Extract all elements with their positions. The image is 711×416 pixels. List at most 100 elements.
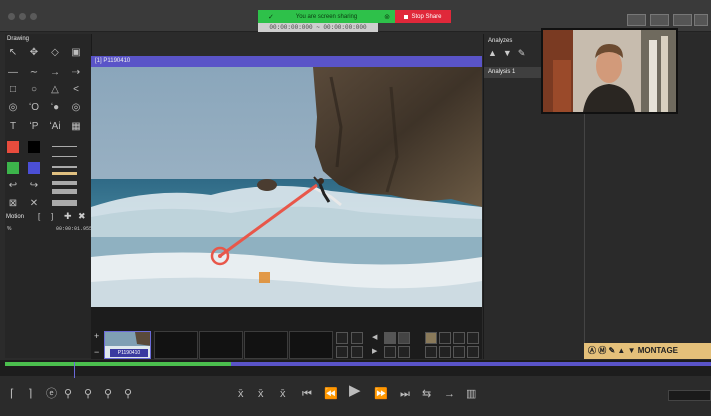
text-tool-icon[interactable]: T bbox=[6, 121, 20, 133]
layout-preset-5[interactable] bbox=[425, 346, 437, 358]
line-width-option[interactable] bbox=[52, 156, 77, 157]
speed-reset-icon[interactable]: x̄ bbox=[258, 387, 264, 401]
motion-bracket-open-icon[interactable]: [ bbox=[38, 212, 40, 221]
play-icon[interactable]: ▶ bbox=[349, 383, 361, 398]
motion-remove-icon[interactable]: ✖ bbox=[78, 211, 86, 222]
forward-arrow-icon[interactable]: → bbox=[444, 387, 455, 401]
grid-tool-icon[interactable]: ▦ bbox=[69, 121, 83, 133]
layout-preset-1[interactable] bbox=[425, 332, 437, 344]
rectangle-tool-icon[interactable]: □ bbox=[6, 84, 20, 96]
mark-out-icon[interactable]: ⌉ bbox=[28, 387, 32, 401]
step-back-icon[interactable]: ⏪ bbox=[324, 387, 338, 401]
layout-preset-8[interactable] bbox=[467, 346, 479, 358]
thumbnail-slot[interactable] bbox=[154, 331, 198, 359]
pencil-icon[interactable]: ✎ bbox=[608, 346, 615, 355]
motion-bracket-close-icon[interactable]: ] bbox=[51, 212, 53, 221]
circle-tool-icon[interactable]: ○ bbox=[27, 84, 41, 96]
key-icon-4[interactable]: ⚲ bbox=[124, 387, 132, 401]
layout-split-button[interactable] bbox=[650, 14, 669, 26]
line-width-option[interactable] bbox=[52, 189, 77, 194]
color-swatch-black[interactable] bbox=[28, 141, 40, 153]
layout-grid-cell[interactable] bbox=[336, 332, 348, 344]
layout-grid-cell[interactable] bbox=[351, 332, 363, 344]
skip-start-icon[interactable]: ⏮ bbox=[302, 387, 312, 401]
speed-field[interactable] bbox=[668, 390, 711, 401]
window-zoom-button[interactable] bbox=[30, 13, 37, 20]
thumbnail-slot[interactable] bbox=[289, 331, 333, 359]
move-tool-icon[interactable]: ✥ bbox=[27, 47, 41, 59]
video-viewport[interactable] bbox=[91, 67, 482, 307]
export-icon[interactable]: ▥ bbox=[466, 387, 476, 401]
line-width-option[interactable] bbox=[52, 181, 77, 185]
layout-preset-4[interactable] bbox=[467, 332, 479, 344]
move-up-icon[interactable]: ▲ bbox=[488, 48, 503, 58]
layout-grid-cell[interactable] bbox=[351, 346, 363, 358]
scroll-left-icon[interactable]: ◀ bbox=[372, 333, 377, 341]
circle-label-tool-icon[interactable]: ʻO bbox=[27, 102, 41, 114]
target-tool-icon[interactable]: ◎ bbox=[6, 102, 20, 114]
skip-end-icon[interactable]: ⏭ bbox=[400, 387, 410, 401]
line-width-option-selected[interactable] bbox=[52, 172, 77, 175]
thumbnail-slot[interactable] bbox=[244, 331, 288, 359]
p-tool-icon[interactable]: ʻP bbox=[27, 121, 41, 133]
ring-tool-icon[interactable]: ◎ bbox=[69, 102, 83, 114]
color-swatch-blue[interactable] bbox=[28, 162, 40, 174]
timeline-playhead[interactable] bbox=[74, 362, 75, 378]
mark-in-icon[interactable]: ⌈ bbox=[10, 387, 14, 401]
key-icon-2[interactable]: ⚲ bbox=[84, 387, 92, 401]
scroll-right-icon[interactable]: ▶ bbox=[372, 347, 377, 355]
redo-icon[interactable]: ↪ bbox=[27, 180, 41, 192]
e-circle-icon[interactable]: ⓔ bbox=[46, 387, 57, 401]
delete-icon[interactable]: ✕ bbox=[27, 198, 41, 210]
layout-single-button[interactable] bbox=[627, 14, 646, 26]
color-swatch-red[interactable] bbox=[7, 141, 19, 153]
loop-icon[interactable]: ⇆ bbox=[422, 387, 431, 401]
triangle-tool-icon[interactable]: △ bbox=[48, 84, 62, 96]
line-width-option[interactable] bbox=[52, 200, 77, 206]
diamond-tool-icon[interactable]: ◇ bbox=[48, 47, 62, 59]
line-width-option[interactable] bbox=[52, 146, 77, 147]
key-icon-3[interactable]: ⚲ bbox=[104, 387, 112, 401]
view-quad-icon[interactable] bbox=[384, 346, 396, 358]
m-circle-icon[interactable]: Ⓜ bbox=[598, 346, 606, 355]
motion-add-icon[interactable]: ✚ bbox=[64, 211, 72, 222]
window-minimize-button[interactable] bbox=[19, 13, 26, 20]
line-width-option[interactable] bbox=[52, 166, 77, 168]
stop-share-button[interactable]: Stop Share bbox=[395, 10, 451, 23]
layout-preset-6[interactable] bbox=[439, 346, 451, 358]
line-tool-icon[interactable]: — bbox=[6, 67, 20, 79]
clear-box-icon[interactable]: ⊠ bbox=[6, 198, 20, 210]
speed-up-icon[interactable]: x̄ bbox=[280, 387, 286, 401]
arrow-tool-icon[interactable]: → bbox=[48, 67, 62, 79]
key-icon-1[interactable]: ⚲ bbox=[64, 387, 72, 401]
angle-tool-icon[interactable]: < bbox=[69, 84, 83, 96]
pointer-tool-icon[interactable]: ↖ bbox=[6, 47, 20, 59]
layout-settings-button[interactable] bbox=[694, 14, 708, 26]
layout-preset-2[interactable] bbox=[439, 332, 451, 344]
remove-video-icon[interactable]: − bbox=[94, 347, 99, 357]
filled-circle-tool-icon[interactable]: ʻ● bbox=[48, 102, 62, 114]
montage-label[interactable]: MONTAGE bbox=[638, 346, 678, 355]
layout-dual-button[interactable] bbox=[673, 14, 692, 26]
add-video-icon[interactable]: + bbox=[94, 331, 99, 341]
edit-icon[interactable]: ✎ bbox=[518, 48, 532, 58]
window-close-button[interactable] bbox=[8, 13, 15, 20]
up-icon[interactable]: ▲ bbox=[617, 346, 625, 355]
square-tool-icon[interactable]: ▣ bbox=[69, 47, 83, 59]
speed-down-icon[interactable]: x̄ bbox=[238, 387, 244, 401]
view-stack-icon[interactable] bbox=[398, 332, 410, 344]
webcam-video[interactable] bbox=[541, 28, 678, 114]
layout-preset-3[interactable] bbox=[453, 332, 465, 344]
ai-tool-icon[interactable]: ʻAi bbox=[48, 121, 62, 133]
a-circle-icon[interactable]: Ⓐ bbox=[588, 346, 596, 355]
layout-preset-7[interactable] bbox=[453, 346, 465, 358]
down-icon[interactable]: ▼ bbox=[628, 346, 636, 355]
screen-sharing-status[interactable]: ✓ You are screen sharing ⊚ bbox=[258, 10, 395, 23]
thumbnail-slot[interactable] bbox=[199, 331, 243, 359]
double-arrow-tool-icon[interactable]: ⇢ bbox=[69, 67, 83, 79]
layout-grid-cell[interactable] bbox=[336, 346, 348, 358]
move-down-icon[interactable]: ▼ bbox=[503, 48, 518, 58]
view-focus-icon[interactable] bbox=[398, 346, 410, 358]
color-swatch-green[interactable] bbox=[7, 162, 19, 174]
undo-icon[interactable]: ↩ bbox=[6, 180, 20, 192]
